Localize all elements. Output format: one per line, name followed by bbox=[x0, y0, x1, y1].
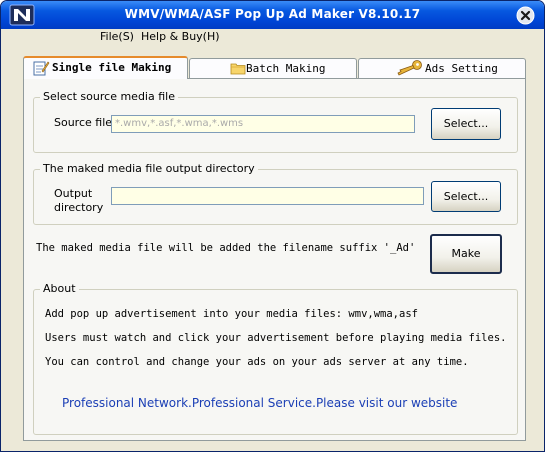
about-group: About Add pop up advertisement into your… bbox=[33, 282, 518, 435]
menu-help-buy[interactable]: Help & Buy(H) bbox=[141, 30, 220, 43]
title-bar[interactable]: WMV/WMA/ASF Pop Up Ad Maker V8.10.17 bbox=[1, 1, 544, 29]
source-group: Select source media file Source file *.w… bbox=[33, 90, 518, 153]
suffix-note: The maked media file will be added the f… bbox=[36, 242, 416, 254]
about-line: Users must watch and click your advertis… bbox=[45, 332, 507, 344]
close-icon[interactable] bbox=[516, 6, 535, 25]
output-label-line1: Output bbox=[54, 187, 93, 200]
window-title: WMV/WMA/ASF Pop Up Ad Maker V8.10.17 bbox=[124, 7, 421, 21]
tab-panel: Select source media file Source file *.w… bbox=[23, 78, 526, 441]
about-line: Add pop up advertisement into your media… bbox=[45, 308, 418, 320]
output-directory-input[interactable] bbox=[111, 187, 424, 205]
tab-batch-making[interactable]: Batch Making bbox=[189, 58, 357, 78]
output-group-title: The maked media file output directory bbox=[40, 162, 258, 175]
document-pen-icon bbox=[33, 61, 50, 76]
tab-ads-setting[interactable]: Ads Setting bbox=[358, 58, 526, 78]
tab-single-file-making[interactable]: Single file Making bbox=[23, 56, 188, 79]
website-link[interactable]: Professional Network.Professional Servic… bbox=[62, 396, 457, 410]
source-group-title: Select source media file bbox=[40, 90, 178, 103]
tab-label: Batch Making bbox=[246, 62, 326, 75]
about-group-title: About bbox=[40, 282, 79, 295]
select-output-button[interactable]: Select... bbox=[431, 181, 501, 212]
menu-bar: File(S) Help & Buy(H) bbox=[1, 29, 544, 45]
tab-label: Ads Setting bbox=[425, 62, 498, 75]
source-file-label: Source file bbox=[54, 116, 113, 129]
source-file-input[interactable]: *.wmv,*.asf,*.wma,*.wms bbox=[111, 115, 415, 133]
output-label-line2: directory bbox=[54, 201, 104, 214]
folder-icon bbox=[230, 63, 246, 75]
app-window: WMV/WMA/ASF Pop Up Ad Maker V8.10.17 Fil… bbox=[0, 0, 545, 452]
make-button[interactable]: Make bbox=[430, 234, 502, 274]
key-icon bbox=[397, 60, 422, 76]
about-line: You can control and change your ads on y… bbox=[45, 356, 469, 368]
tab-label: Single file Making bbox=[52, 61, 172, 74]
select-source-button[interactable]: Select... bbox=[431, 108, 501, 140]
menu-file[interactable]: File(S) bbox=[100, 30, 134, 43]
output-group: The maked media file output directory Ou… bbox=[33, 162, 518, 225]
